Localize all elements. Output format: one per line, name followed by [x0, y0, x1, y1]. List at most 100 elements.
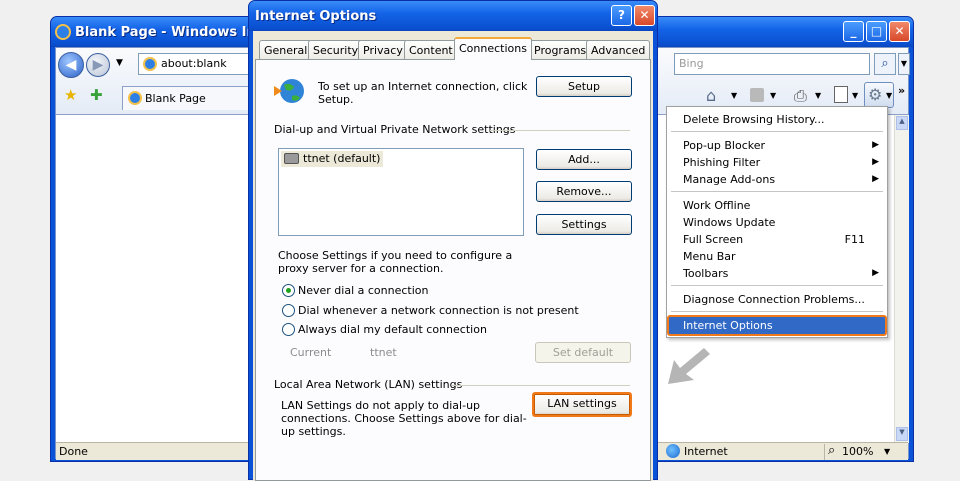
settings-button[interactable]: Settings [536, 214, 632, 235]
submenu-arrow-icon: ▶ [872, 157, 879, 167]
print-icon[interactable]: ⎙ [794, 86, 807, 106]
status-text: Done [59, 445, 88, 458]
address-text: about:blank [161, 57, 227, 70]
vertical-scrollbar[interactable]: ▲ ▼ [894, 115, 909, 443]
connections-panel: To set up an Internet connection, click … [255, 59, 651, 481]
page-dropdown-icon[interactable]: ▼ [852, 91, 858, 100]
menu-item-label: Work Offline [683, 199, 751, 212]
current-value: ttnet [370, 346, 397, 359]
menu-item-label: Diagnose Connection Problems... [683, 293, 865, 306]
menu-item-manage-addons[interactable]: Manage Add-ons ▶ [669, 171, 885, 188]
menu-item-diagnose[interactable]: Diagnose Connection Problems... [669, 291, 885, 308]
menu-item-toolbars[interactable]: Toolbars ▶ [669, 265, 885, 282]
radio-label: Never dial a connection [298, 284, 429, 297]
menu-shortcut: F11 [844, 233, 865, 246]
page-icon [143, 57, 157, 71]
menu-item-popup-blocker[interactable]: Pop-up Blocker ▶ [669, 137, 885, 154]
tab-blank-page[interactable]: Blank Page [122, 86, 252, 110]
print-dropdown-icon[interactable]: ▼ [815, 91, 821, 100]
internet-zone-icon [666, 444, 680, 458]
add-button[interactable]: Add... [536, 149, 632, 170]
lan-text: LAN Settings do not apply to dial-up con… [281, 399, 527, 438]
zoom-dropdown-icon[interactable]: ▼ [884, 447, 890, 456]
submenu-arrow-icon: ▶ [872, 268, 879, 278]
feeds-dropdown-icon[interactable]: ▼ [770, 91, 776, 100]
tab-programs[interactable]: Programs [529, 40, 592, 59]
list-item[interactable]: ttnet (default) [281, 151, 384, 167]
dialog-titlebar: Internet Options ? ✕ [249, 1, 657, 31]
search-button[interactable]: ⌕ [874, 53, 896, 75]
recent-pages-dropdown-icon[interactable]: ▼ [116, 58, 123, 68]
tab-general[interactable]: General [259, 40, 313, 59]
radio-always-dial[interactable] [282, 323, 295, 336]
submenu-arrow-icon: ▶ [872, 140, 879, 150]
favorites-star-icon[interactable]: ★ [64, 86, 77, 104]
pointer-arrow-icon [668, 348, 710, 384]
dialup-group-label: Dial-up and Virtual Private Network sett… [274, 123, 516, 136]
scroll-down-icon[interactable]: ▼ [896, 427, 908, 441]
dialup-connections-list[interactable]: ttnet (default) [278, 148, 524, 236]
tab-page-icon [128, 91, 142, 105]
maximize-button[interactable]: □ [866, 21, 887, 42]
tools-dropdown-icon: ▼ [886, 91, 893, 100]
help-button[interactable]: ? [611, 5, 632, 26]
page-menu-icon[interactable] [834, 86, 848, 103]
tools-menu: Delete Browsing History... Pop-up Blocke… [666, 106, 888, 338]
radio-label: Always dial my default connection [298, 323, 487, 336]
menu-item-internet-options[interactable]: Internet Options [667, 315, 887, 336]
search-options-dropdown[interactable]: ▼ [898, 53, 910, 75]
feeds-icon[interactable] [750, 88, 764, 102]
tools-button[interactable]: ⚙ ▼ [864, 82, 894, 108]
minimize-button[interactable]: _ [843, 21, 864, 42]
submenu-arrow-icon: ▶ [872, 174, 879, 184]
zone-text: Internet [684, 445, 728, 458]
tab-connections[interactable]: Connections [454, 37, 532, 60]
proxy-text: Choose Settings if you need to configure… [278, 249, 513, 275]
remove-button[interactable]: Remove... [536, 181, 632, 202]
scroll-up-icon[interactable]: ▲ [896, 116, 908, 130]
radio-never-dial[interactable] [282, 284, 295, 297]
radio-dial-when-needed[interactable] [282, 304, 295, 317]
status-divider [824, 444, 825, 460]
menu-item-label: Manage Add-ons [683, 173, 776, 186]
gear-icon: ⚙ [868, 85, 883, 104]
menu-item-menu-bar[interactable]: Menu Bar [669, 248, 885, 265]
address-bar[interactable]: about:blank [138, 53, 258, 75]
group-divider [452, 385, 630, 386]
zoom-level[interactable]: 100% [842, 445, 873, 458]
menu-item-delete-history[interactable]: Delete Browsing History... [669, 111, 885, 128]
add-favorites-icon[interactable]: ✚ [90, 86, 103, 104]
back-button[interactable]: ◀ [58, 52, 84, 78]
menu-item-label: Phishing Filter [683, 156, 761, 169]
lan-settings-button[interactable]: LAN settings [532, 392, 632, 417]
menu-item-label: Toolbars [683, 267, 729, 280]
setup-button[interactable]: Setup [536, 76, 632, 97]
tab-advanced[interactable]: Advanced [586, 40, 651, 59]
tab-security[interactable]: Security [308, 40, 364, 59]
menu-item-label: Menu Bar [683, 250, 736, 263]
chevron-more-icon[interactable]: » [898, 84, 905, 97]
close-button[interactable]: ✕ [889, 21, 910, 42]
menu-item-label: Pop-up Blocker [683, 139, 766, 152]
home-dropdown-icon[interactable]: ▼ [731, 91, 737, 100]
dialog-close-button[interactable]: ✕ [634, 5, 655, 26]
menu-item-label: Full Screen [683, 233, 744, 246]
setup-text: To set up an Internet connection, click … [318, 80, 528, 106]
menu-item-windows-update[interactable]: Windows Update [669, 214, 885, 231]
menu-separator [671, 311, 883, 312]
internet-options-dialog: Internet Options ? ✕ General Security Pr… [248, 0, 658, 481]
home-icon[interactable]: ⌂ [706, 86, 716, 105]
menu-item-phishing-filter[interactable]: Phishing Filter ▶ [669, 154, 885, 171]
menu-separator [671, 285, 883, 286]
tab-privacy[interactable]: Privacy [358, 40, 408, 59]
menu-item-full-screen[interactable]: Full Screen F11 [669, 231, 885, 248]
forward-button[interactable]: ▶ [86, 53, 110, 77]
menu-item-work-offline[interactable]: Work Offline [669, 197, 885, 214]
search-input[interactable]: Bing [674, 53, 870, 75]
dialog-body: General Security Privacy Content Connect… [253, 31, 653, 481]
tab-content[interactable]: Content [404, 40, 458, 59]
radio-label: Dial whenever a network connection is no… [298, 304, 579, 317]
set-default-button[interactable]: Set default [535, 342, 631, 363]
zoom-icon[interactable]: ⌕ [828, 443, 835, 458]
dialup-phone-icon [284, 153, 299, 164]
